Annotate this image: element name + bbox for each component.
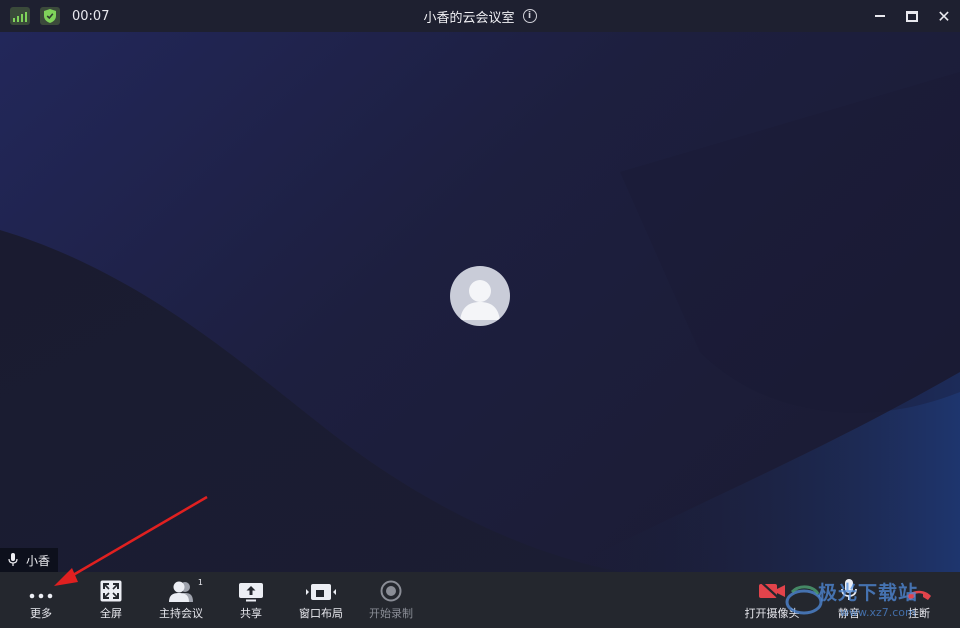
more-button[interactable]: 更多 xyxy=(22,572,60,628)
microphone-icon xyxy=(8,553,18,566)
mute-button[interactable]: 静音 xyxy=(832,572,866,628)
host-meeting-button[interactable]: 1 主持会议 xyxy=(156,572,206,628)
microphone-icon xyxy=(841,579,857,600)
meeting-title: 小香的云会议室 xyxy=(423,10,515,26)
speaker-tag: 小香 xyxy=(0,548,59,572)
camera-off-icon xyxy=(759,581,785,602)
window-layout-button[interactable]: 窗口布局 xyxy=(296,572,346,628)
hang-up-button[interactable]: 挂断 xyxy=(902,572,936,628)
record-icon xyxy=(380,580,402,602)
hang-up-phone-icon xyxy=(907,590,931,600)
share-label: 共享 xyxy=(240,607,262,620)
host-meeting-label: 主持会议 xyxy=(159,607,203,620)
hang-up-label: 挂断 xyxy=(908,607,930,620)
meeting-toolbar: 更多 全屏 1 主持会议 共享 窗口布局 开始录制 打开摄像头 静音 挂断 xyxy=(0,572,960,628)
shield-icon[interactable] xyxy=(40,7,60,25)
title-bar: 00:07 小香的云会议室 i ✕ xyxy=(0,0,960,32)
fullscreen-label: 全屏 xyxy=(100,607,122,620)
participant-avatar xyxy=(450,266,510,326)
maximize-icon xyxy=(906,10,918,22)
minimize-icon xyxy=(875,15,885,17)
video-stage: 小香 xyxy=(0,32,960,572)
open-camera-button[interactable]: 打开摄像头 xyxy=(742,572,802,628)
fullscreen-icon xyxy=(100,580,122,602)
speaker-name: 小香 xyxy=(26,553,51,568)
meeting-timer: 00:07 xyxy=(72,8,110,24)
minimize-button[interactable] xyxy=(864,0,896,32)
maximize-button[interactable] xyxy=(896,0,928,32)
participant-count-badge: 1 xyxy=(197,578,203,587)
share-screen-icon xyxy=(239,583,263,602)
share-button[interactable]: 共享 xyxy=(232,572,270,628)
more-dots-icon xyxy=(29,593,53,599)
open-camera-label: 打开摄像头 xyxy=(744,607,800,620)
fullscreen-button[interactable]: 全屏 xyxy=(92,572,130,628)
more-label: 更多 xyxy=(30,607,52,620)
start-recording-label: 开始录制 xyxy=(369,607,413,620)
user-silhouette-icon xyxy=(460,280,500,320)
info-icon[interactable]: i xyxy=(522,9,537,23)
signal-icon[interactable] xyxy=(10,7,30,25)
window-layout-icon xyxy=(306,584,336,600)
close-button[interactable]: ✕ xyxy=(928,0,960,32)
participants-icon xyxy=(169,581,193,602)
mute-label: 静音 xyxy=(838,607,860,620)
close-icon: ✕ xyxy=(937,6,951,26)
start-recording-button[interactable]: 开始录制 xyxy=(366,572,416,628)
window-layout-label: 窗口布局 xyxy=(299,607,343,620)
